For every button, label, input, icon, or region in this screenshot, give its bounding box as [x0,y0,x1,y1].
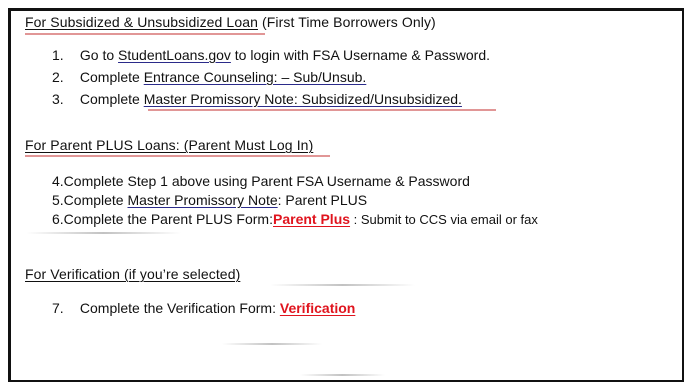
item-pre-text: Complete [79,91,144,107]
item-number: 1. [52,47,64,63]
item-text: 4.Complete Step 1 above using Parent FSA… [52,173,470,189]
master-promissory-note-plus-link[interactable]: Master Promissory Note [127,192,277,208]
item-post-text: : Submit to CCS via email or fax [350,212,538,227]
studentloans-link[interactable]: StudentLoans.gov [118,47,231,63]
item-pre-text: Complete the Verification Form: [79,300,280,316]
item-pre-text: 5.Complete [52,192,128,208]
list-item-7: 7. Complete the Verification Form: Verif… [52,300,355,316]
master-promissory-note-link[interactable]: Master Promissory Note: Subsidized/Unsub… [144,91,462,107]
item-number: 3. [52,91,64,107]
heading-rest-text: (First Time Borrowers Only) [261,14,436,30]
item-pre-text: 6.Complete the Parent PLUS Form: [52,211,273,227]
heading-text: For Parent PLUS Loans: (Parent Must Log … [25,137,314,153]
heading-underline-mark [25,155,330,157]
list-item-6: 6.Complete the Parent PLUS Form:Parent P… [52,211,538,227]
scan-smudge [222,343,322,345]
parent-plus-link[interactable]: Parent Plus [273,211,350,227]
scan-smudge [300,374,385,376]
link-underline-mark [148,109,496,111]
verification-link[interactable]: Verification [280,300,355,316]
item-number: 2. [52,69,64,85]
list-item-1: 1. Go to StudentLoans.gov to login with … [52,47,490,63]
entrance-counseling-link[interactable]: Entrance Counseling: – Sub/Unsub. [144,69,367,85]
scan-smudge [270,284,415,286]
heading-underline-mark [25,33,265,35]
list-item-2: 2. Complete Entrance Counseling: – Sub/U… [52,69,366,85]
list-item-5: 5.Complete Master Promissory Note: Paren… [52,192,367,208]
section-heading-subsidized: For Subsidized & Unsubsidized Loan (Firs… [25,14,436,30]
section-heading-parent-plus: For Parent PLUS Loans: (Parent Must Log … [25,137,313,153]
item-post-text: to login with FSA Username & Password. [230,47,491,63]
item-pre-text: Go to [79,47,119,63]
item-pre-text: Complete [79,69,144,85]
item-number: 7. [52,300,64,316]
scan-smudge [26,232,181,234]
list-item-4: 4.Complete Step 1 above using Parent FSA… [52,173,470,189]
heading-underlined-text: For Subsidized & Unsubsidized Loan [25,14,258,30]
item-post-text: : Parent PLUS [277,192,368,208]
heading-text: For Verification (if you’re selected) [25,266,241,282]
section-heading-verification: For Verification (if you’re selected) [25,266,240,282]
list-item-3: 3. Complete Master Promissory Note: Subs… [52,91,462,107]
